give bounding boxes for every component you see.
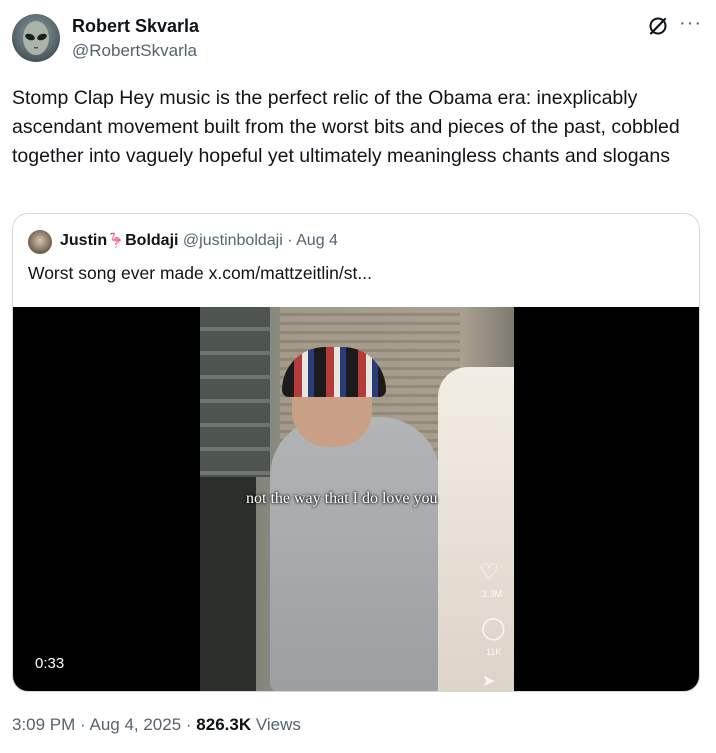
views-label: Views [251,715,301,734]
quoted-tweet[interactable]: Justin🦩Boldaji @justinboldaji · Aug 4 Wo… [12,213,700,692]
tweet-date[interactable]: Aug 4, 2025 [89,715,181,734]
quoted-avatar[interactable] [28,230,52,254]
quoted-handle[interactable]: @justinboldaji [183,232,283,249]
heart-icon: ♡ [479,559,499,584]
views-count: 826.3K [196,715,252,734]
quoted-name-first[interactable]: Justin [60,232,107,249]
comment-icon: ◯ [481,615,506,640]
quoted-text: Worst song ever made x.com/mattzeitlin/s… [28,263,372,283]
quoted-header: Justin🦩Boldaji @justinboldaji · Aug 4 [60,232,338,250]
video-player[interactable]: ♡ 2.3M ◯ 11K ➤ not the way that I do lov… [13,307,699,691]
avatar[interactable] [12,14,60,62]
quoted-date[interactable]: Aug 4 [296,232,338,249]
share-icon: ➤ [482,673,496,690]
footer-separator: · [75,715,90,734]
tweet-time[interactable]: 3:09 PM [12,715,75,734]
author-handle[interactable]: @RobertSkvarla [72,41,197,61]
comments-count: 11K [486,647,502,657]
grok-icon[interactable] [648,16,668,36]
video-duration: 0:33 [27,653,73,674]
quoted-name-last[interactable]: Boldaji [125,232,178,249]
video-caption: not the way that I do love you [246,490,438,507]
footer-separator: · [181,715,197,734]
tweet-footer: 3:09 PM · Aug 4, 2025 · 826.3K Views [12,715,301,735]
tweet-text: Stomp Clap Hey music is the perfect reli… [12,87,680,167]
flamingo-emoji: 🦩 [107,232,125,248]
author-name[interactable]: Robert Skvarla [72,16,199,37]
likes-count: 2.3M [482,589,503,599]
quoted-separator: · [282,232,297,249]
more-icon[interactable]: ··· [679,12,702,35]
